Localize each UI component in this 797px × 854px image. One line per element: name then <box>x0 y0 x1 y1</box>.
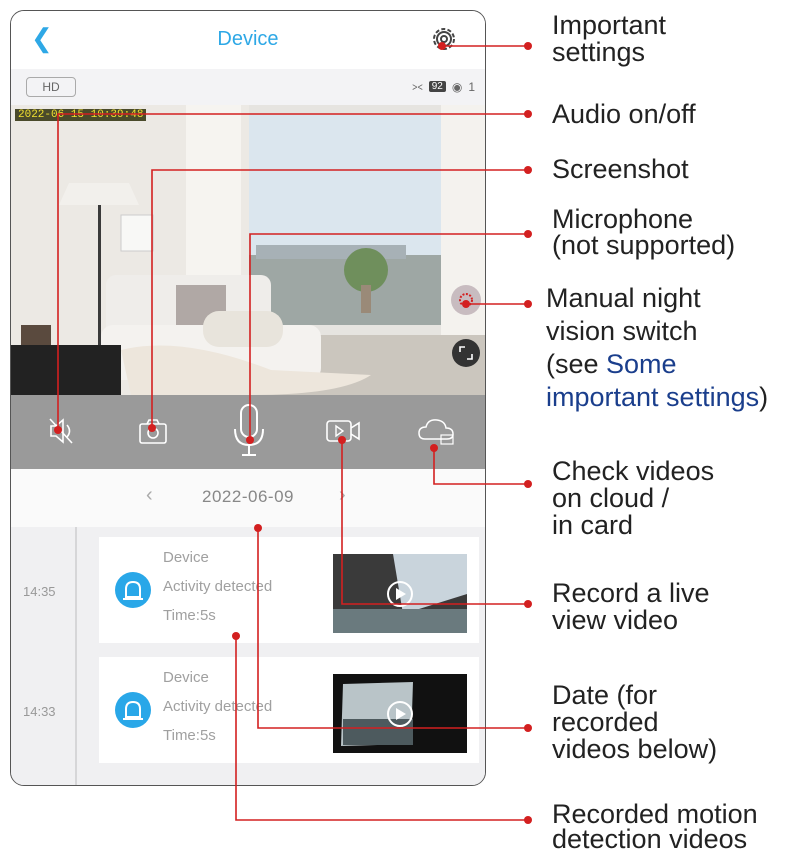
annotation-screenshot: Screenshot <box>552 154 689 184</box>
annotation-microphone: Microphone (not supported) <box>552 204 736 260</box>
annotation-date: Date (for recorded videos below) <box>552 680 718 764</box>
annotation-record: Record a live view video <box>552 578 710 635</box>
annotation-motion: Recorded motion detection videos <box>552 799 758 854</box>
annotation-night-vision: Manual night vision switch (see Some imp… <box>546 283 769 412</box>
annotation-settings: Important settings <box>552 10 667 67</box>
annotation-audio: Audio on/off <box>552 99 696 129</box>
settings-link-continued[interactable]: important settings <box>546 382 759 412</box>
annotation-cloud: Check videos on cloud / in card <box>552 456 715 540</box>
settings-link[interactable]: Some <box>606 349 677 379</box>
